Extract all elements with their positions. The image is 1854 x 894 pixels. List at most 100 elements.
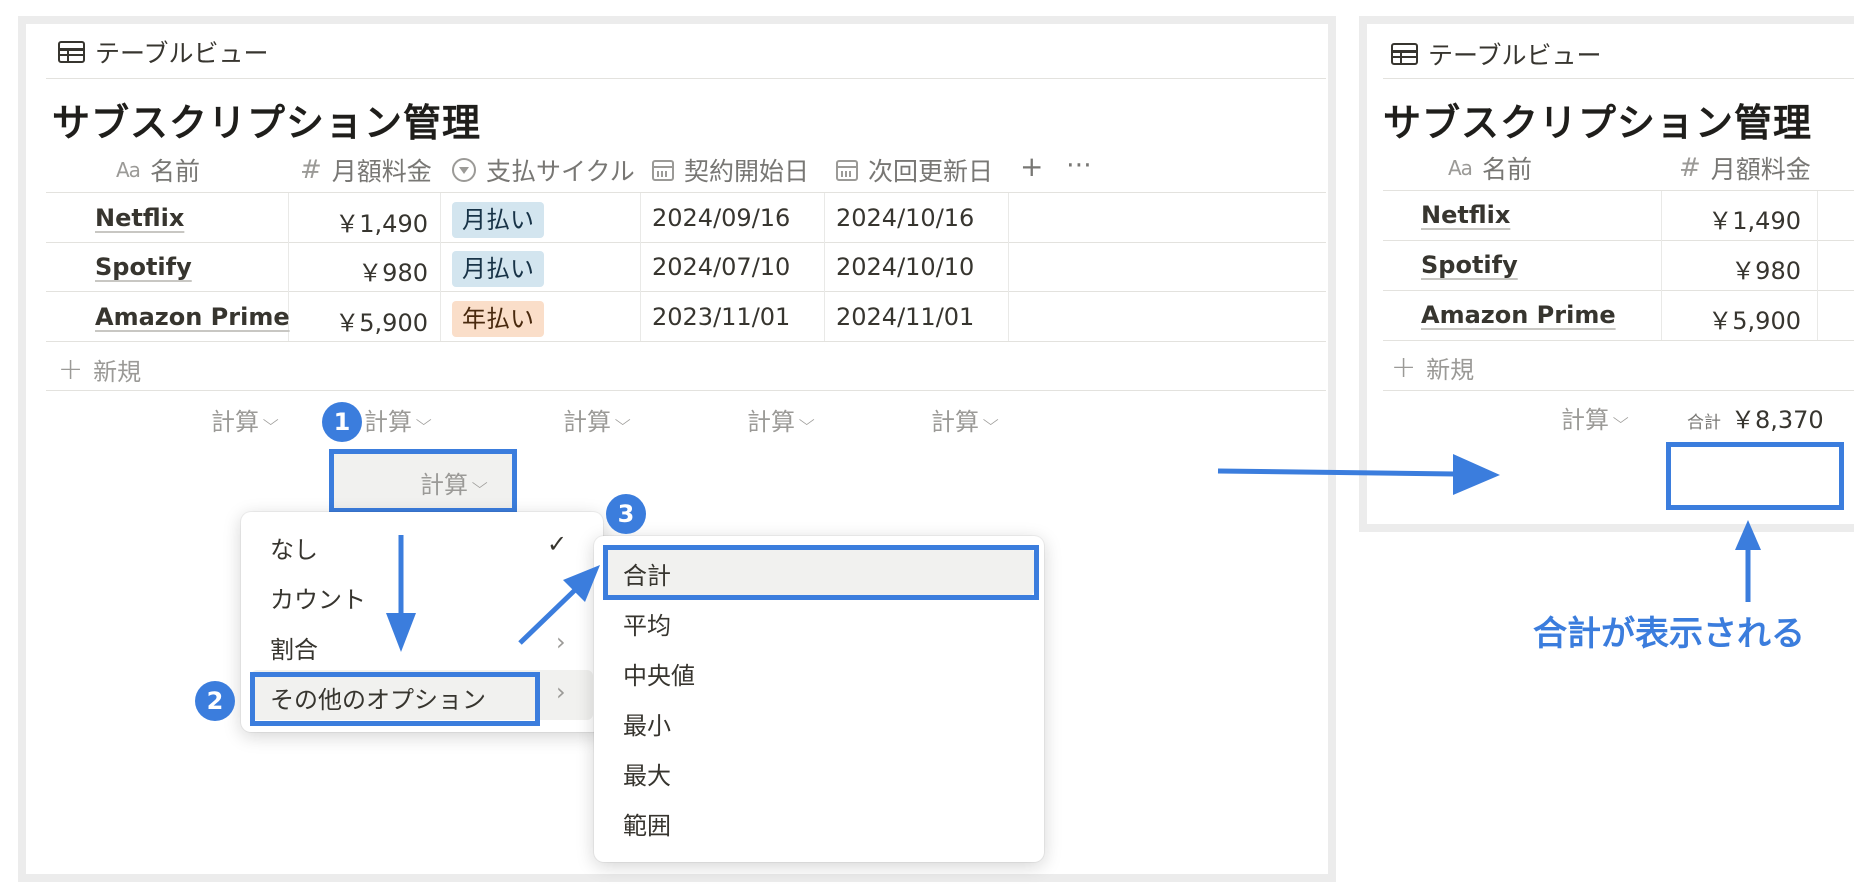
- divider: [1383, 390, 1854, 391]
- row-name[interactable]: Netflix: [95, 204, 184, 232]
- calc-dropdown-price[interactable]: 計算 ⌵: [364, 402, 432, 437]
- calc-dropdown-name[interactable]: 計算 ⌵: [1561, 400, 1629, 435]
- column-header-price[interactable]: # 月額料金: [1679, 150, 1811, 186]
- row-start-date[interactable]: 2023/11/01: [652, 303, 790, 331]
- chevron-down-icon: ⌵: [1612, 408, 1629, 427]
- column-header-start[interactable]: 契約開始日: [652, 152, 809, 188]
- divider: [46, 192, 1326, 193]
- row-name[interactable]: Amazon Prime: [95, 303, 290, 331]
- calc-dropdown-next[interactable]: 計算 ⌵: [931, 402, 999, 437]
- calc-label: 計算: [211, 408, 259, 436]
- cycle-tag[interactable]: 月払い: [452, 251, 544, 287]
- chevron-down-icon: ⌵: [798, 410, 815, 429]
- text-aa-icon: Aa: [1448, 156, 1473, 180]
- column-divider: [824, 193, 825, 341]
- menu-item-average[interactable]: 平均: [623, 606, 671, 641]
- calc-label: 計算: [931, 408, 979, 436]
- divider: [46, 78, 1326, 79]
- column-header-price[interactable]: # 月額料金: [300, 152, 432, 188]
- row-next-date[interactable]: 2024/10/16: [836, 204, 974, 232]
- chevron-down-icon: ⌵: [262, 410, 279, 429]
- column-header-next[interactable]: 次回更新日: [836, 152, 993, 188]
- column-header-name[interactable]: Aa 名前: [1448, 150, 1532, 186]
- menu-item-percent[interactable]: 割合: [270, 630, 318, 665]
- row-name[interactable]: Amazon Prime: [1421, 301, 1616, 329]
- calendar-icon: [836, 159, 858, 181]
- step-badge-2: 2: [195, 681, 235, 721]
- number-hash-icon: #: [1679, 153, 1701, 183]
- row-price[interactable]: ￥5,900: [1667, 301, 1801, 336]
- column-label: 名前: [149, 157, 200, 186]
- chevron-down-icon: ⌵: [415, 410, 432, 429]
- menu-item-range[interactable]: 範囲: [623, 806, 671, 841]
- result-caption: 合計が表示される: [1533, 614, 1805, 654]
- new-row-button[interactable]: + 新規: [1391, 350, 1474, 385]
- new-row-button[interactable]: + 新規: [58, 352, 141, 387]
- view-tab[interactable]: テーブルビュー: [1391, 36, 1602, 72]
- highlight-box-step1: [329, 449, 517, 513]
- row-name[interactable]: Spotify: [95, 253, 192, 281]
- menu-item-count[interactable]: カウント: [270, 580, 366, 615]
- column-divider: [640, 193, 641, 341]
- number-hash-icon: #: [300, 155, 322, 185]
- row-name[interactable]: Spotify: [1421, 251, 1518, 279]
- new-row-label: 新規: [93, 358, 142, 386]
- select-icon: [452, 158, 476, 182]
- calc-dropdown-cycle[interactable]: 計算 ⌵: [563, 402, 631, 437]
- menu-item-median[interactable]: 中央値: [623, 656, 695, 691]
- row-name[interactable]: Netflix: [1421, 201, 1510, 229]
- divider: [46, 390, 1326, 391]
- divider: [46, 341, 1326, 342]
- menu-item-min[interactable]: 最小: [623, 706, 671, 741]
- text-aa-icon: Aa: [116, 158, 141, 182]
- cycle-tag[interactable]: 月払い: [452, 202, 544, 238]
- page-title: サブスクリプション管理: [52, 101, 482, 145]
- column-label: 契約開始日: [684, 157, 810, 186]
- menu-item-none[interactable]: なし: [270, 530, 318, 565]
- divider: [1383, 340, 1854, 341]
- step-badge-1: 1: [322, 402, 362, 442]
- view-tab[interactable]: テーブルビュー: [58, 34, 269, 70]
- sum-result[interactable]: 合計 ￥8,370: [1687, 400, 1824, 435]
- calc-dropdown-name[interactable]: 計算 ⌵: [211, 402, 279, 437]
- plus-icon: +: [58, 352, 84, 387]
- row-price[interactable]: ￥5,900: [296, 303, 428, 338]
- cycle-tag[interactable]: 年払い: [452, 301, 544, 337]
- sum-value: ￥8,370: [1731, 406, 1824, 434]
- calc-dropdown-start[interactable]: 計算 ⌵: [747, 402, 815, 437]
- plus-icon: +: [1391, 350, 1417, 385]
- column-header-name[interactable]: Aa 名前: [116, 152, 200, 188]
- row-start-date[interactable]: 2024/07/10: [652, 253, 790, 281]
- row-price[interactable]: ￥980: [296, 253, 428, 288]
- table-icon: [1391, 43, 1418, 65]
- column-divider: [1817, 191, 1818, 340]
- column-label: 支払サイクル: [486, 157, 635, 186]
- divider: [46, 291, 1326, 292]
- page-title: サブスクリプション管理: [1383, 101, 1813, 145]
- arrow-up-to-result: [1735, 520, 1761, 602]
- column-header-cycle[interactable]: 支払サイクル: [452, 152, 635, 188]
- chevron-down-icon: ⌵: [614, 410, 631, 429]
- menu-item-max[interactable]: 最大: [623, 756, 671, 791]
- column-divider: [1008, 193, 1009, 341]
- column-label: 月額料金: [1710, 155, 1811, 184]
- calc-label: 計算: [747, 408, 795, 436]
- row-next-date[interactable]: 2024/10/10: [836, 253, 974, 281]
- calendar-icon: [652, 159, 674, 181]
- highlight-box-step2: [250, 672, 540, 726]
- highlight-box-result: [1666, 442, 1844, 510]
- row-price[interactable]: ￥1,490: [1667, 201, 1801, 236]
- step-badge-3: 3: [606, 494, 646, 534]
- add-column-button[interactable]: +: [1020, 150, 1043, 183]
- view-tab-label: テーブルビュー: [1428, 41, 1602, 70]
- more-options-icon[interactable]: ⋯: [1066, 150, 1092, 180]
- row-price[interactable]: ￥980: [1667, 251, 1801, 286]
- divider: [46, 242, 1326, 243]
- row-price[interactable]: ￥1,490: [296, 204, 428, 239]
- row-start-date[interactable]: 2024/09/16: [652, 204, 790, 232]
- calc-label: 計算: [563, 408, 611, 436]
- calc-label: 計算: [1561, 406, 1609, 434]
- column-label: 月額料金: [331, 157, 432, 186]
- column-label: 次回更新日: [868, 157, 994, 186]
- row-next-date[interactable]: 2024/11/01: [836, 303, 974, 331]
